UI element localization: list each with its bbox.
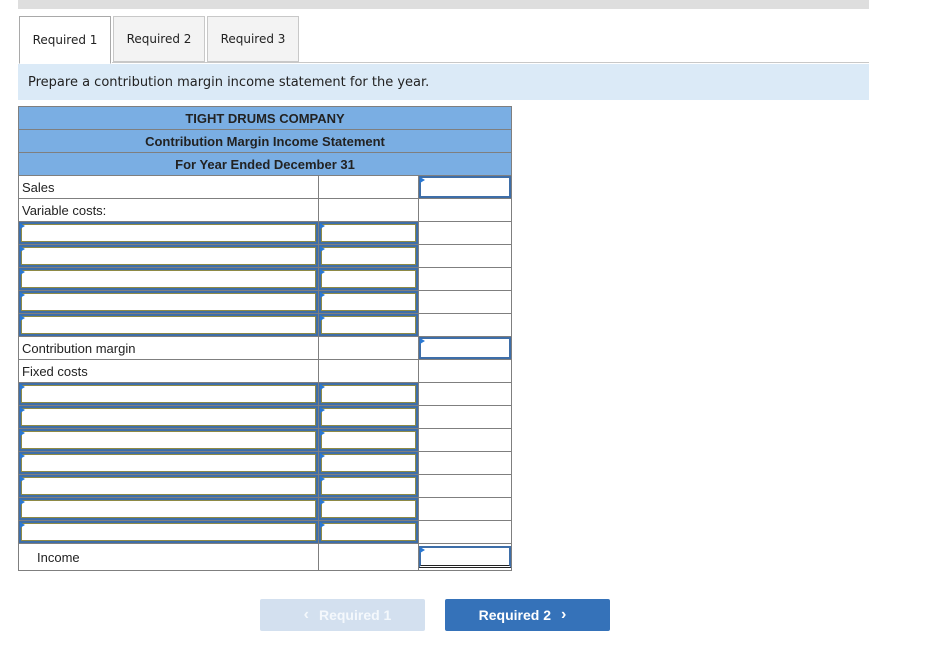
fixed-cost-amount-input[interactable] (319, 452, 418, 474)
fixed-cost-amount-input[interactable] (319, 521, 418, 543)
empty-cell (418, 244, 512, 268)
variable-cost-amount-input[interactable] (319, 268, 418, 290)
next-required-2-button[interactable]: Required 2 › (445, 599, 610, 631)
variable-costs-label: Variable costs: (18, 198, 319, 222)
fixed-cost-amount-input[interactable] (319, 429, 418, 451)
variable-cost-row (18, 221, 512, 245)
tab-divider (112, 62, 869, 63)
variable-cost-label-input[interactable] (19, 291, 318, 313)
empty-cell (418, 405, 512, 429)
fixed-cost-label-input[interactable] (19, 452, 318, 474)
empty-cell (418, 290, 512, 314)
sales-label: Sales (18, 175, 319, 199)
sales-row: Sales (18, 175, 512, 199)
fixed-cost-amount-input[interactable] (319, 406, 418, 428)
contribution-margin-input[interactable] (419, 337, 511, 359)
empty-cell (418, 359, 512, 383)
top-progress-bar (18, 0, 869, 9)
company-name: TIGHT DRUMS COMPANY (18, 106, 512, 130)
instruction-text: Prepare a contribution margin income sta… (28, 74, 430, 90)
empty-cell (418, 382, 512, 406)
fixed-cost-row (18, 474, 512, 498)
empty-cell (418, 497, 512, 521)
variable-cost-amount-input[interactable] (319, 291, 418, 313)
sales-mid-cell (318, 175, 419, 199)
empty-cell (418, 313, 512, 337)
variable-cost-row (18, 267, 512, 291)
empty-cell (418, 474, 512, 498)
tab-required-3[interactable]: Required 3 (207, 16, 299, 62)
variable-cost-amount-input[interactable] (319, 245, 418, 267)
empty-cell (418, 520, 512, 544)
sales-amount-input[interactable] (419, 176, 511, 198)
contribution-margin-label: Contribution margin (18, 336, 319, 360)
statement-period: For Year Ended December 31 (18, 152, 512, 176)
prev-required-1-button[interactable]: ‹ Required 1 (260, 599, 425, 631)
income-amount-input[interactable] (419, 546, 511, 568)
empty-cell (418, 198, 512, 222)
fixed-cost-label-input[interactable] (19, 406, 318, 428)
fixed-cost-amount-input[interactable] (319, 383, 418, 405)
variable-cost-label-input[interactable] (19, 314, 318, 336)
variable-cost-label-input[interactable] (19, 222, 318, 244)
variable-cost-row (18, 290, 512, 314)
variable-cost-row (18, 244, 512, 268)
tab-required-2[interactable]: Required 2 (113, 16, 205, 62)
variable-cost-label-input[interactable] (19, 245, 318, 267)
fixed-cost-row (18, 451, 512, 475)
chevron-right-icon: › (561, 606, 567, 623)
fixed-cost-row (18, 382, 512, 406)
empty-cell (318, 198, 419, 222)
fixed-cost-label-input[interactable] (19, 521, 318, 543)
fixed-cost-row (18, 405, 512, 429)
fixed-cost-label-input[interactable] (19, 383, 318, 405)
statement-title: Contribution Margin Income Statement (18, 129, 512, 153)
empty-cell (418, 451, 512, 475)
tab-required-1[interactable]: Required 1 (19, 16, 111, 64)
variable-cost-row (18, 313, 512, 337)
empty-cell (418, 428, 512, 452)
fixed-cost-label-input[interactable] (19, 475, 318, 497)
next-button-label: Required 2 (478, 607, 552, 623)
empty-cell (318, 359, 419, 383)
fixed-cost-amount-input[interactable] (319, 475, 418, 497)
fixed-cost-row (18, 520, 512, 544)
fixed-cost-label-input[interactable] (19, 429, 318, 451)
variable-cost-amount-input[interactable] (319, 314, 418, 336)
chevron-left-icon: ‹ (303, 606, 309, 623)
contribution-margin-row: Contribution margin (18, 336, 512, 360)
fixed-cost-amount-input[interactable] (319, 498, 418, 520)
variable-cost-amount-input[interactable] (319, 222, 418, 244)
income-statement-table: TIGHT DRUMS COMPANY Contribution Margin … (18, 106, 512, 571)
instruction-banner: Prepare a contribution margin income sta… (18, 64, 869, 100)
fixed-costs-header-row: Fixed costs (18, 359, 512, 383)
variable-cost-label-input[interactable] (19, 268, 318, 290)
income-row: Income (18, 543, 512, 571)
empty-cell (418, 221, 512, 245)
empty-cell (418, 267, 512, 291)
tab-bar: Required 1 Required 2 Required 3 (19, 16, 301, 64)
variable-costs-header-row: Variable costs: (18, 198, 512, 222)
empty-cell (318, 543, 419, 571)
fixed-cost-label-input[interactable] (19, 498, 318, 520)
fixed-costs-label: Fixed costs (18, 359, 319, 383)
fixed-cost-row (18, 428, 512, 452)
fixed-cost-row (18, 497, 512, 521)
income-label: Income (18, 543, 319, 571)
prev-button-label: Required 1 (318, 607, 392, 623)
empty-cell (318, 336, 419, 360)
